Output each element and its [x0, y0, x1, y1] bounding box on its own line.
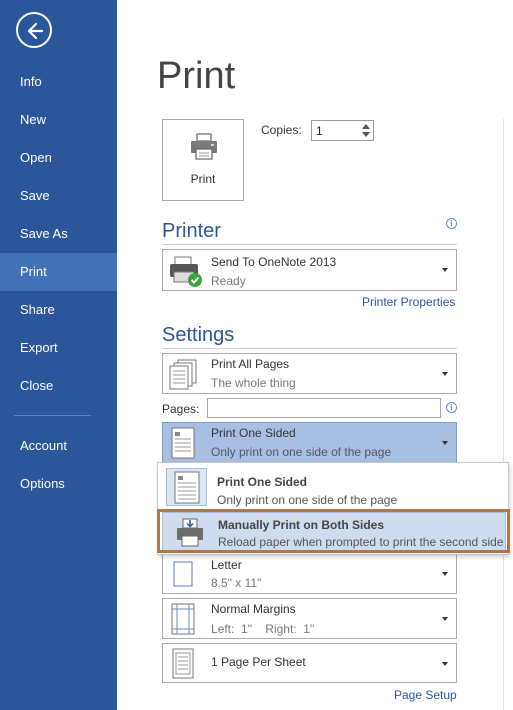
letter-paper-icon	[173, 561, 193, 587]
chevron-down-icon	[442, 268, 448, 272]
copies-label: Copies:	[261, 123, 302, 137]
one-sided-page-icon	[171, 427, 195, 459]
nav-print[interactable]: Print	[0, 253, 117, 291]
pages-input[interactable]	[207, 398, 441, 418]
nav-account[interactable]: Account	[0, 427, 117, 465]
printer-ready-icon	[170, 256, 202, 287]
print-button-label: Print	[190, 172, 216, 186]
menu-item-one-sided-title: Print One Sided	[217, 475, 308, 489]
panel-divider	[503, 119, 504, 710]
nav-divider	[14, 415, 91, 416]
page-setup-link[interactable]: Page Setup	[394, 688, 457, 702]
print-sides-subtitle: Only print on one side of the page	[211, 445, 392, 459]
manual-duplex-printer-icon	[177, 518, 203, 547]
all-pages-icon	[169, 359, 197, 390]
back-arrow-icon[interactable]	[16, 12, 52, 48]
nav-close[interactable]: Close	[0, 367, 117, 405]
printer-icon	[191, 133, 217, 160]
nav-options[interactable]: Options	[0, 465, 117, 503]
printer-name: Send To OneNote 2013	[211, 255, 337, 269]
pages-range-dropdown[interactable]: Print All Pages The whole thing	[162, 353, 457, 394]
copies-value[interactable]: 1	[316, 124, 323, 138]
menu-item-one-sided[interactable]: Print One Sided Only print on one side o…	[162, 466, 506, 509]
pages-range-title: Print All Pages	[211, 357, 290, 371]
menu-item-one-sided-subtitle: Only print on one side of the page	[217, 493, 398, 507]
chevron-down-icon	[442, 662, 448, 666]
printer-properties-link[interactable]: Printer Properties	[362, 295, 455, 309]
printer-status: Ready	[211, 274, 246, 288]
copies-stepper[interactable]: 1	[311, 120, 374, 141]
margins-dropdown[interactable]: Normal Margins Left: 1" Right: 1"	[162, 598, 457, 639]
paper-size-title: Letter	[211, 558, 242, 572]
single-page-icon	[172, 648, 194, 679]
paper-size-dropdown[interactable]: Letter 8.5" x 11"	[162, 553, 457, 594]
printer-heading-rule	[162, 244, 457, 245]
chevron-down-icon	[442, 572, 448, 576]
pages-info-icon[interactable]: i	[446, 402, 457, 413]
one-sided-page-icon	[174, 471, 200, 504]
margins-icon	[171, 603, 195, 635]
chevron-down-icon	[442, 441, 448, 445]
spin-up-icon[interactable]	[362, 124, 370, 129]
paper-size-subtitle: 8.5" x 11"	[211, 576, 262, 590]
nav-info[interactable]: Info	[0, 63, 117, 101]
pages-per-sheet-dropdown[interactable]: 1 Page Per Sheet	[162, 643, 457, 683]
nav-new[interactable]: New	[0, 101, 117, 139]
print-sides-dropdown[interactable]: Print One Sided Only print on one side o…	[162, 422, 457, 463]
spin-down-icon[interactable]	[362, 132, 370, 137]
nav-share[interactable]: Share	[0, 291, 117, 329]
pages-range-subtitle: The whole thing	[211, 376, 296, 390]
printer-heading: Printer	[162, 220, 221, 242]
margins-title: Normal Margins	[211, 602, 296, 616]
printer-dropdown[interactable]: Send To OneNote 2013 Ready	[162, 249, 457, 291]
nav-open[interactable]: Open	[0, 139, 117, 177]
menu-item-manual-duplex-title: Manually Print on Both Sides	[218, 518, 385, 532]
print-button[interactable]: Print	[162, 119, 244, 201]
page-title: Print	[157, 55, 236, 97]
copies-spinner[interactable]	[359, 121, 373, 140]
settings-heading: Settings	[162, 324, 235, 346]
print-sides-menu: Print One Sided Only print on one side o…	[157, 462, 509, 555]
nav-export[interactable]: Export	[0, 329, 117, 367]
print-sides-title: Print One Sided	[211, 426, 296, 440]
chevron-down-icon	[442, 617, 448, 621]
nav-save[interactable]: Save	[0, 177, 117, 215]
menu-item-manual-duplex[interactable]: Manually Print on Both Sides Reload pape…	[162, 512, 506, 552]
pages-label: Pages:	[162, 402, 200, 416]
menu-item-manual-duplex-subtitle: Reload paper when prompted to print the …	[218, 535, 504, 549]
printer-info-icon[interactable]: i	[446, 218, 457, 229]
chevron-down-icon	[442, 372, 448, 376]
margins-subtitle: Left: 1" Right: 1"	[211, 622, 315, 636]
settings-heading-rule	[162, 348, 457, 349]
backstage-sidebar: Info New Open Save Save As Print Share E…	[0, 0, 117, 710]
pages-per-sheet-title: 1 Page Per Sheet	[211, 655, 306, 669]
nav-save-as[interactable]: Save As	[0, 215, 117, 253]
